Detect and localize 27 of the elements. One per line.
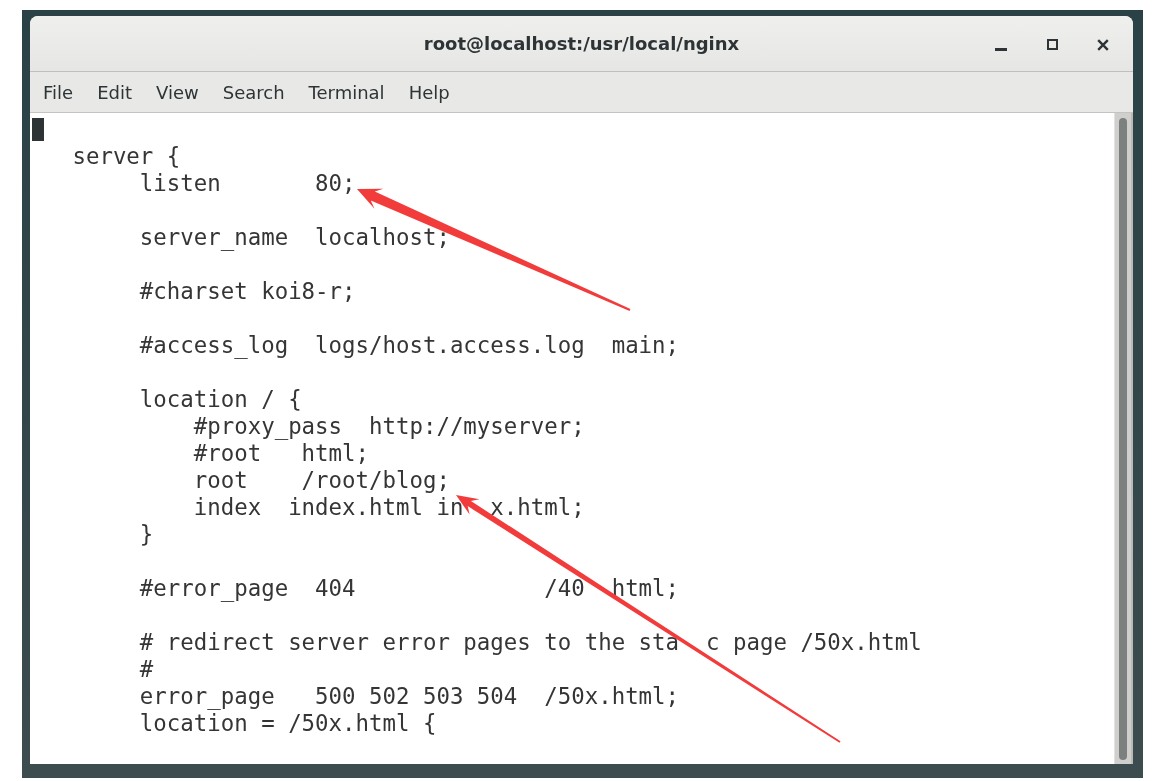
code-line: server_name localhost;: [139, 224, 450, 251]
code-line: }: [139, 521, 154, 548]
code-line: listen 80;: [139, 170, 356, 197]
menu-item[interactable]: Help: [396, 75, 462, 109]
code-line: index index.html in x.html;: [193, 494, 585, 521]
code-line: location = /50x.html {: [139, 710, 437, 737]
window-title: root@localhost:/usr/local/nginx: [423, 33, 740, 54]
code-line: #proxy_pass http://myserver;: [193, 413, 585, 440]
code-line: server {: [72, 143, 181, 170]
code-line: #root html;: [193, 440, 369, 467]
code-line: #access_log logs/host.access.log main;: [139, 332, 680, 359]
code-line: root /root/blog;: [193, 467, 450, 494]
menu-item[interactable]: Terminal: [296, 75, 397, 109]
code-line: #: [139, 656, 154, 683]
code-line: #charset koi8-r;: [139, 278, 356, 305]
maximize-icon: [1046, 39, 1058, 50]
scrollbar-thumb[interactable]: [1119, 118, 1127, 760]
close-icon: [1097, 38, 1109, 51]
code-line: location / {: [139, 386, 302, 413]
menu-item[interactable]: View: [144, 75, 211, 109]
minimize-icon: [995, 47, 1007, 51]
menu-item[interactable]: File: [31, 75, 86, 109]
menu-item[interactable]: Search: [210, 75, 297, 109]
code-line: #error_page 404 /40 html;: [139, 575, 680, 602]
menu-item[interactable]: Edit: [85, 75, 144, 109]
code-line: error_page 500 502 503 504 /50x.html;: [139, 683, 680, 710]
code-line: # redirect server error pages to the sta c page /50x.html: [139, 629, 922, 656]
